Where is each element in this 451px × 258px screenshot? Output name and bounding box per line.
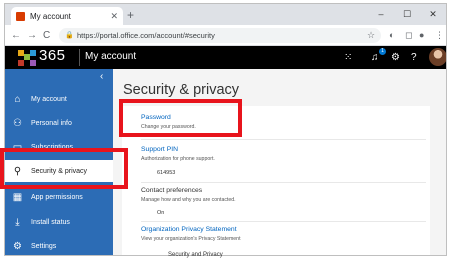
divider bbox=[141, 221, 426, 222]
support-pin-value: 614953 bbox=[157, 170, 176, 176]
org-privacy-link[interactable]: Organization Privacy Statement bbox=[141, 226, 237, 233]
forward-button[interactable]: → bbox=[27, 25, 37, 46]
sidebar-item-label: App permissions bbox=[31, 193, 83, 201]
sidebar-item-app-permissions[interactable]: ▦ App permissions bbox=[5, 186, 113, 208]
brand-number: 365 bbox=[39, 47, 66, 64]
tab-strip: My account ✕ + – ☐ ✕ bbox=[5, 4, 446, 25]
extension2-icon[interactable]: ◻ bbox=[405, 25, 412, 46]
support-pin-subtitle: Authorization for phone support. bbox=[141, 156, 215, 162]
sidebar-item-personal-info[interactable]: ⚇ Personal info bbox=[5, 112, 113, 134]
person-icon: ⚇ bbox=[13, 117, 22, 129]
main-content: Security & privacy Password Change your … bbox=[113, 69, 446, 255]
lock-icon: 🔒 bbox=[65, 32, 74, 39]
contact-preferences-title[interactable]: Contact preferences bbox=[141, 187, 202, 194]
office-365-logo-icon bbox=[18, 50, 36, 66]
security-privacy-highlight-box bbox=[0, 148, 128, 189]
profile-icon[interactable]: ● bbox=[419, 25, 424, 46]
home-icon: ⌂ bbox=[14, 93, 21, 105]
back-button[interactable]: ← bbox=[11, 25, 21, 46]
new-tab-button[interactable]: + bbox=[127, 8, 134, 22]
sidebar-item-install-status[interactable]: ⤓ Install status bbox=[5, 211, 113, 233]
office-header: 365 My account ⁙ ♫ 1 ⚙ ? bbox=[5, 46, 446, 69]
notifications-bell-icon[interactable]: ♫ bbox=[371, 46, 379, 69]
password-highlight-box bbox=[119, 99, 242, 137]
collapse-chevron-icon[interactable]: ‹ bbox=[100, 71, 103, 82]
window-controls: – ☐ ✕ bbox=[368, 4, 446, 25]
download-icon: ⤓ bbox=[15, 216, 20, 228]
url-text: https://portal.office.com/account/#secur… bbox=[77, 31, 215, 40]
settings-gear-icon[interactable]: ⚙ bbox=[391, 46, 400, 69]
star-icon[interactable]: ☆ bbox=[367, 25, 375, 46]
gear-icon: ⚙ bbox=[13, 240, 22, 252]
browser-tab[interactable]: My account ✕ bbox=[11, 7, 123, 25]
support-pin-link[interactable]: Support PIN bbox=[141, 146, 178, 153]
header-divider bbox=[79, 49, 80, 66]
app-title: My account bbox=[85, 51, 137, 62]
org-privacy-subtitle: View your organization's Privacy Stateme… bbox=[141, 236, 241, 242]
sidebar-item-label: Personal info bbox=[31, 119, 72, 127]
page-title: Security & privacy bbox=[123, 82, 240, 98]
tab-title: My account bbox=[30, 11, 71, 21]
extension-icon[interactable]: ◐ bbox=[389, 25, 394, 46]
browser-toolbar: ← → C 🔒 https://portal.office.com/accoun… bbox=[5, 25, 446, 46]
contact-preferences-subtitle: Manage how and why you are contacted. bbox=[141, 197, 236, 203]
address-bar[interactable]: 🔒 https://portal.office.com/account/#sec… bbox=[59, 28, 381, 43]
close-tab-icon[interactable]: ✕ bbox=[110, 11, 118, 22]
app-launcher-icon[interactable]: ⁙ bbox=[344, 46, 352, 69]
grid-icon: ▦ bbox=[12, 191, 23, 203]
user-avatar[interactable] bbox=[429, 48, 446, 66]
maximize-button[interactable]: ☐ bbox=[394, 4, 420, 25]
sidebar-item-my-account[interactable]: ⌂ My account bbox=[5, 88, 113, 110]
contact-preferences-value: On bbox=[157, 210, 165, 216]
close-window-button[interactable]: ✕ bbox=[420, 4, 446, 25]
sidebar-item-label: My account bbox=[31, 95, 67, 103]
sidebar-item-settings[interactable]: ⚙ Settings bbox=[5, 235, 113, 255]
divider bbox=[141, 139, 426, 140]
help-icon[interactable]: ? bbox=[411, 46, 417, 69]
sidebar-item-label: Install status bbox=[31, 218, 70, 226]
reload-button[interactable]: C bbox=[43, 25, 50, 46]
footer-caption: Security and Privacy bbox=[168, 252, 223, 258]
minimize-button[interactable]: – bbox=[368, 4, 394, 25]
menu-dots-icon[interactable]: ⋮ bbox=[435, 25, 444, 46]
notification-badge: 1 bbox=[379, 48, 386, 55]
divider bbox=[141, 182, 426, 183]
sidebar-item-label: Settings bbox=[31, 242, 57, 250]
office-favicon-icon bbox=[16, 11, 25, 21]
